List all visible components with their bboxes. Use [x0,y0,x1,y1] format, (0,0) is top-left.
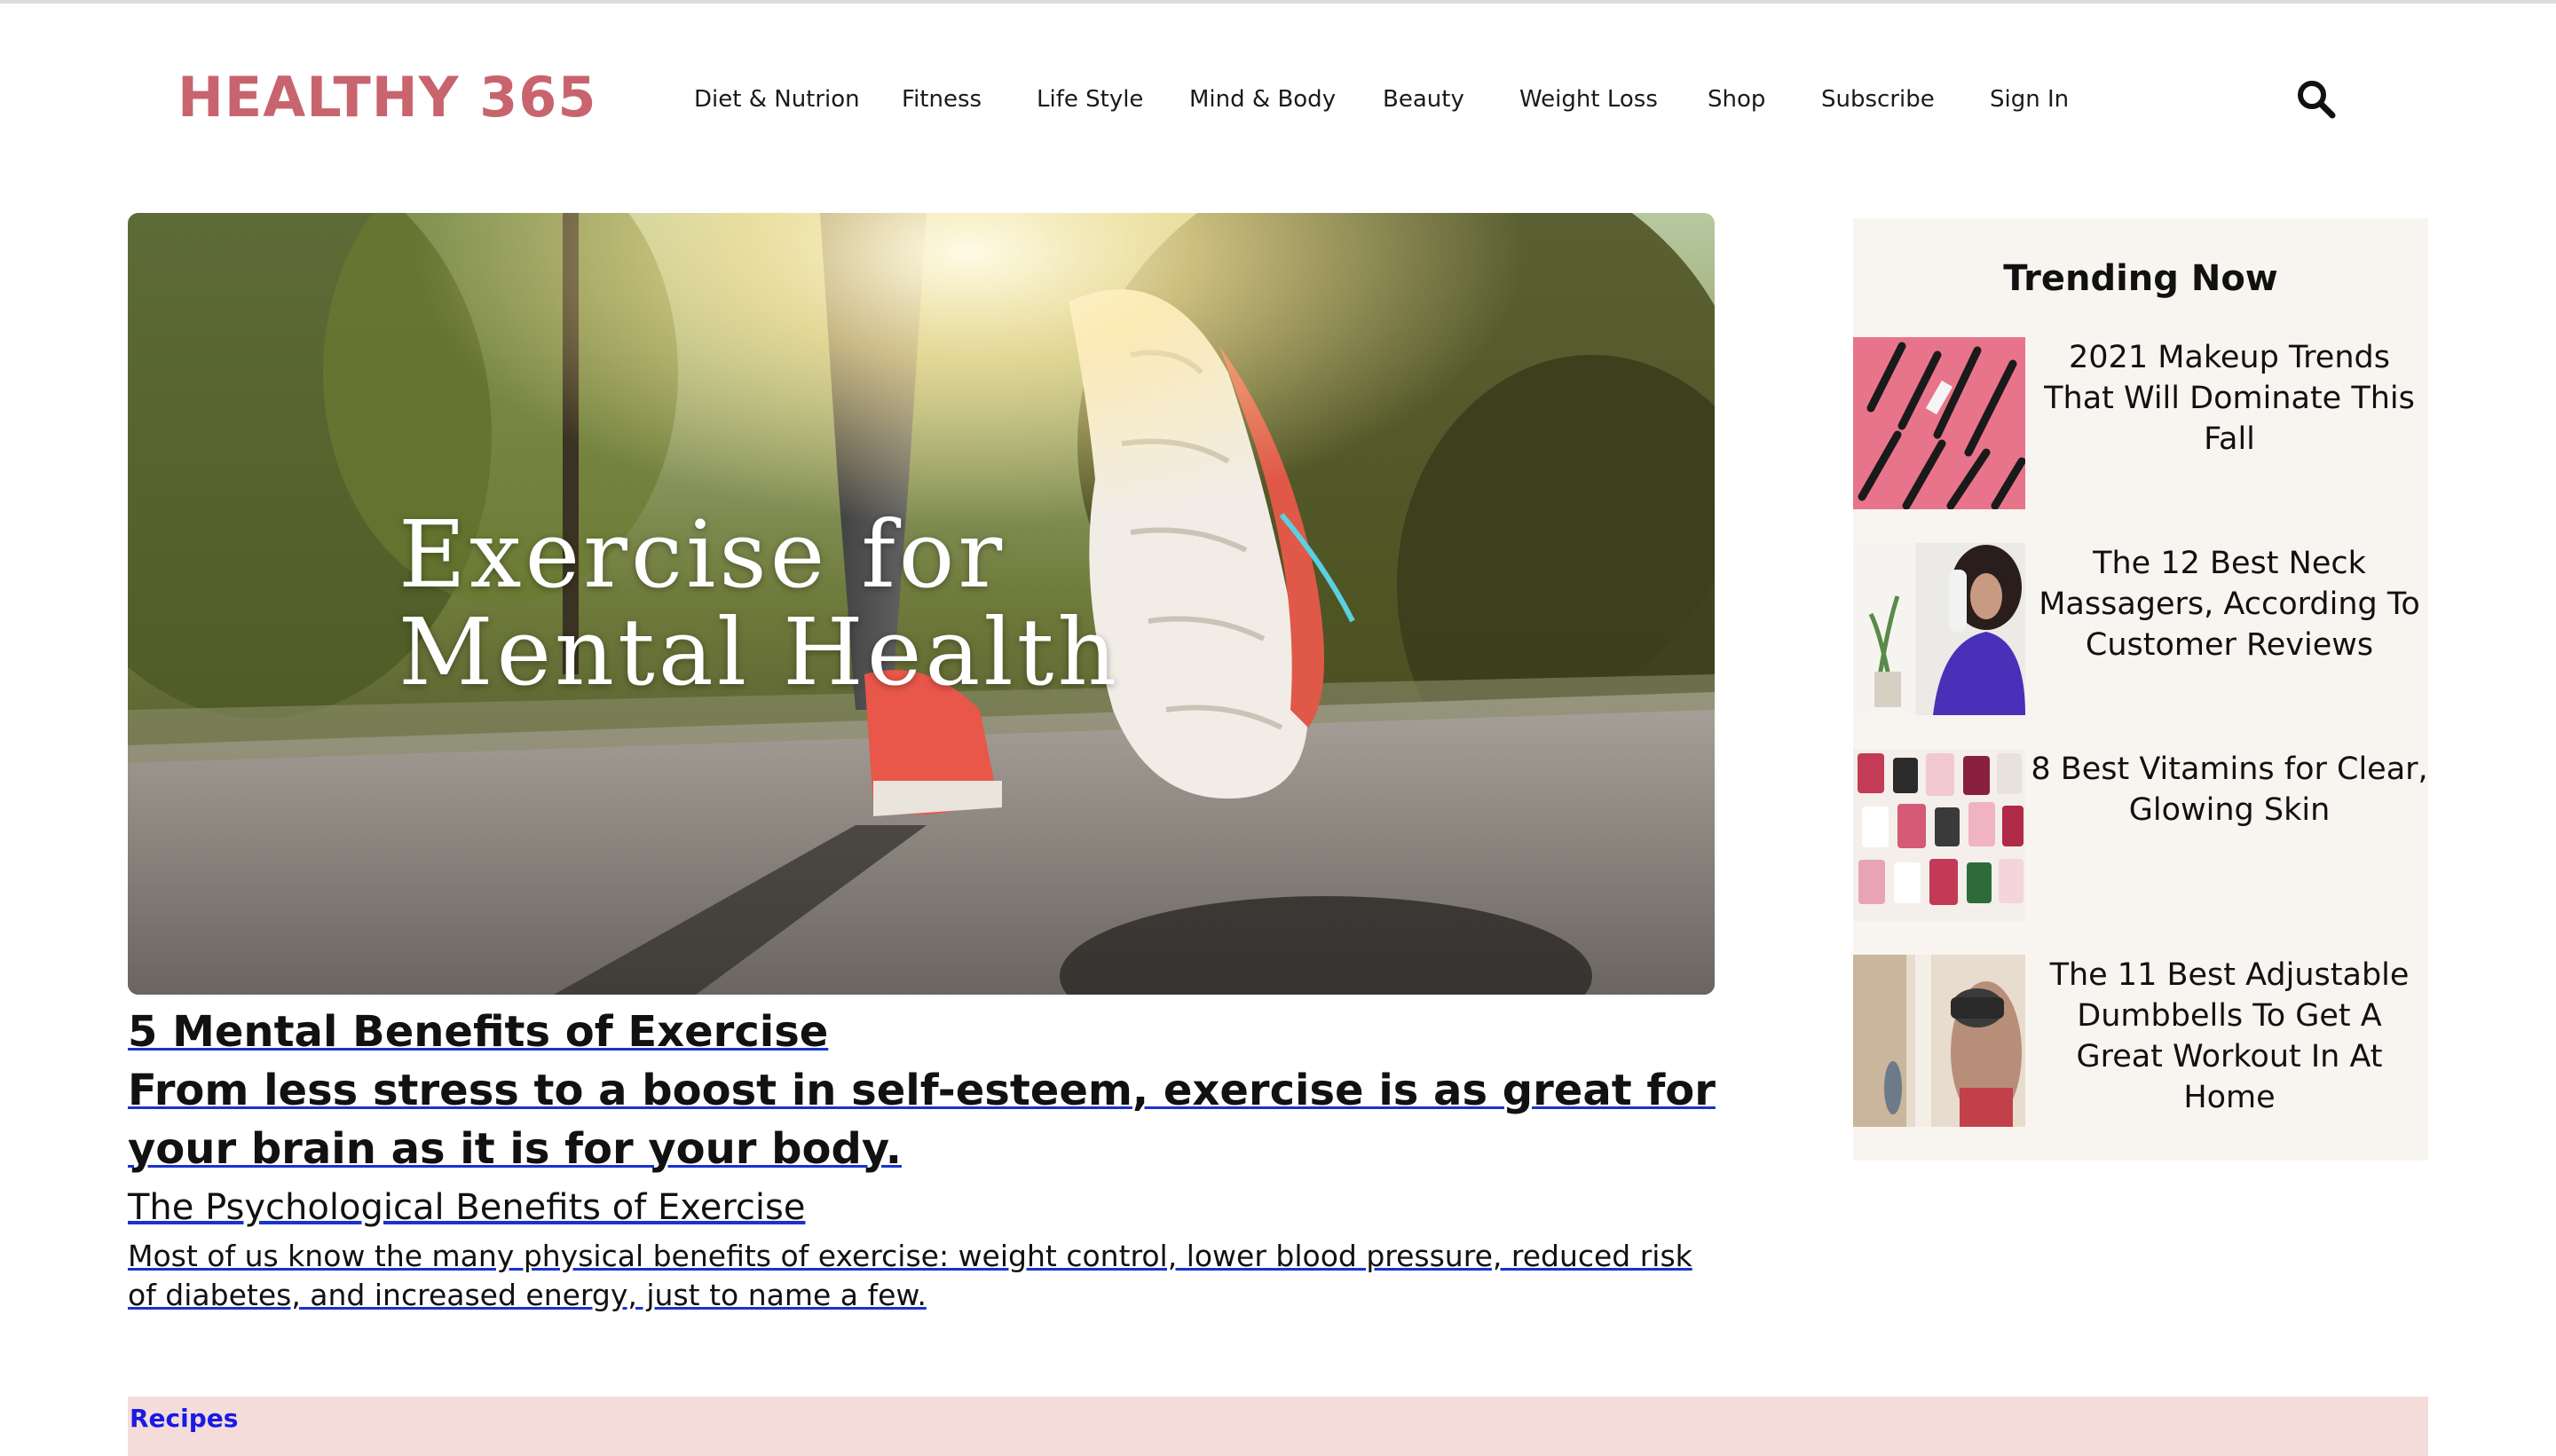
nav-subscribe[interactable]: Subscribe [1821,82,1935,117]
neck-massager-thumbnail[interactable] [1853,543,2025,715]
nav-sign-in[interactable]: Sign In [1990,82,2069,117]
hero-overlay-text: Exercise for Mental Health [398,506,1120,701]
article-heading-link[interactable]: The Psychological Benefits of Exercise [128,1182,1743,1233]
nav-diet-nutrition[interactable]: Diet & Nutrion [694,82,860,117]
trending-item-title[interactable]: 2021 Makeup Trends That Will Dominate Th… [2031,337,2428,460]
trending-item-title[interactable]: 8 Best Vitamins for Clear, Glowing Skin [2031,749,2428,830]
article-subtitle-link[interactable]: From less stress to a boost in self-este… [128,1061,1743,1178]
dumbbells-thumbnail[interactable] [1853,955,2025,1127]
nav-weight-loss[interactable]: Weight Loss [1519,82,1658,117]
nav-life-style[interactable]: Life Style [1037,82,1143,117]
hero-overlay-line2: Mental Health [398,598,1121,706]
hero-image[interactable]: Exercise for Mental Health [128,213,1715,995]
trending-item[interactable]: 2021 Makeup Trends That Will Dominate Th… [1853,337,2428,509]
trending-item-title[interactable]: The 11 Best Adjustable Dumbbells To Get … [2031,955,2428,1118]
site-logo[interactable]: HEALTHY 365 [178,62,597,133]
featured-article: 5 Mental Benefits of Exercise From less … [128,1003,1743,1315]
nav-shop[interactable]: Shop [1708,82,1765,117]
nav-mind-body[interactable]: Mind & Body [1189,82,1336,117]
recipes-link[interactable]: Recipes [130,1404,238,1433]
trending-sidebar: Trending Now 2021 Makeup Trends That Wil… [1853,218,2428,1161]
nav-fitness[interactable]: Fitness [902,82,982,117]
top-border [0,0,2556,4]
trending-item[interactable]: The 11 Best Adjustable Dumbbells To Get … [1853,955,2428,1127]
article-excerpt-link[interactable]: Most of us know the many physical benefi… [128,1237,1708,1315]
trending-item[interactable]: 8 Best Vitamins for Clear, Glowing Skin [1853,749,2428,921]
vitamins-thumbnail[interactable] [1853,749,2025,921]
makeup-thumbnail[interactable] [1853,337,2025,509]
recipes-section-bar: Recipes [128,1397,2428,1456]
article-title-link[interactable]: 5 Mental Benefits of Exercise [128,1003,1743,1061]
hero-overlay-line1: Exercise for [398,500,1006,609]
trending-title: Trending Now [2003,258,2278,299]
nav-beauty[interactable]: Beauty [1383,82,1464,117]
trending-item[interactable]: The 12 Best Neck Massagers, According To… [1853,543,2428,715]
search-icon[interactable] [2295,78,2336,119]
trending-item-title[interactable]: The 12 Best Neck Massagers, According To… [2031,543,2428,665]
